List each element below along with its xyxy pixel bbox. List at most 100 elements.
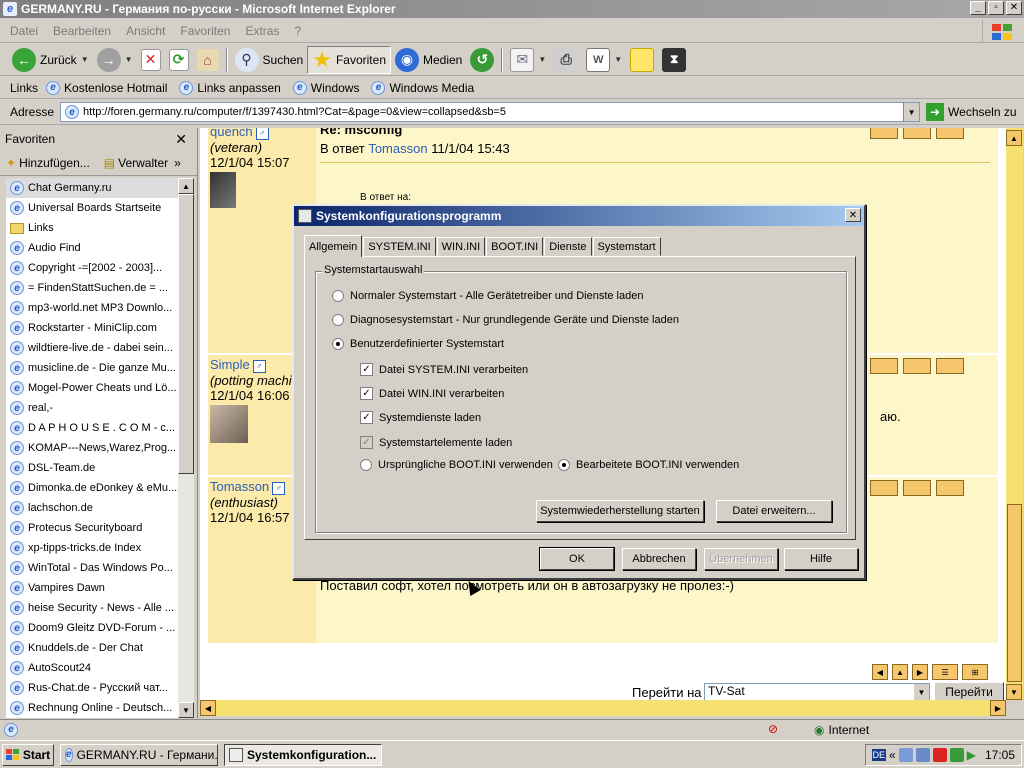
favorite-item[interactable]: e Audio Find — [6, 238, 178, 258]
scroll-left-icon[interactable]: ◀ — [200, 700, 216, 716]
checkbox[interactable]: ✓ — [360, 363, 373, 376]
start-button[interactable]: Start — [2, 743, 54, 766]
radio-normal-startup[interactable]: Normaler Systemstart - Alle Gerätetreibe… — [332, 290, 643, 302]
scroll-down-icon[interactable]: ▼ — [1006, 684, 1022, 700]
favorite-item[interactable]: e AutoScout24 — [6, 658, 178, 678]
expand-file-button[interactable]: Datei erweitern... — [716, 500, 832, 522]
update-icon[interactable] — [949, 748, 964, 762]
favorite-item[interactable]: e Dimonka.de eDonkey & eMu... — [6, 478, 178, 498]
menu-favorites[interactable]: Favoriten — [180, 24, 230, 38]
tab-win-ini[interactable]: WIN.INI — [436, 237, 486, 256]
radio-button[interactable] — [332, 338, 344, 350]
favorite-item[interactable]: e Copyright -=[2002 - 2003]... — [6, 258, 178, 278]
manage-favorites-button[interactable]: ▤ Verwalter» — [104, 156, 181, 170]
favorite-item[interactable]: e Rus-Chat.de - Русский чат... — [6, 678, 178, 698]
favorite-item[interactable]: e Universal Boards Startseite — [6, 198, 178, 218]
tab-system-ini[interactable]: SYSTEM.INI — [363, 237, 436, 256]
favorite-item[interactable]: e mp3-world.net MP3 Downlo... — [6, 298, 178, 318]
scroll-up-icon[interactable]: ▲ — [178, 178, 194, 194]
chevron-down-icon[interactable]: ▼ — [125, 55, 133, 64]
minimize-button[interactable]: _ — [970, 1, 986, 15]
stop-button[interactable]: ✕ — [137, 46, 165, 74]
chevron-down-icon[interactable]: ▼ — [614, 55, 622, 64]
print-post-button[interactable] — [903, 480, 931, 496]
radio-button[interactable] — [332, 314, 344, 326]
scroll-thumb[interactable] — [1007, 504, 1022, 682]
favorite-item[interactable]: e wildtiere-live.de - dabei sein... — [6, 338, 178, 358]
go-button[interactable]: ➜ Wechseln zu — [926, 103, 1017, 121]
note-button[interactable] — [626, 46, 658, 74]
search-button[interactable]: ⚲ Suchen — [231, 46, 308, 74]
antivirus-icon[interactable] — [932, 748, 947, 762]
maximize-button[interactable]: ▫ — [988, 1, 1004, 15]
post-username[interactable]: Tomasson — [210, 479, 269, 494]
ok-button[interactable]: OK — [539, 547, 615, 571]
tab-services[interactable]: Dienste — [544, 237, 592, 256]
language-indicator[interactable]: DE — [871, 749, 887, 761]
radio-original-boot-ini[interactable]: Ursprüngliche BOOT.INI verwenden — [360, 459, 553, 471]
task-msconfig[interactable]: Systemkonfiguration... — [224, 743, 382, 766]
scroll-thumb[interactable] — [178, 194, 194, 474]
favorite-item[interactable]: e Rockstarter - MiniClip.com — [6, 318, 178, 338]
link-hotmail[interactable]: e Kostenlose Hotmail — [46, 80, 167, 95]
chevron-down-icon[interactable]: ▼ — [914, 684, 929, 700]
close-button[interactable]: ✕ — [1006, 1, 1022, 15]
forward-button[interactable]: → ▼ — [93, 46, 137, 74]
close-icon[interactable]: ✕ — [175, 131, 187, 148]
monitor-icon[interactable] — [915, 748, 930, 762]
favorite-folder[interactable]: Links — [6, 218, 178, 238]
menu-tools[interactable]: Extras — [245, 24, 279, 38]
favorite-item[interactable]: e xp-tipps-tricks.de Index — [6, 538, 178, 558]
link-windows[interactable]: e Windows — [292, 80, 359, 95]
next-arrow-icon[interactable]: ▶ — [912, 664, 928, 680]
prev-arrow-icon[interactable]: ◀ — [872, 664, 888, 680]
chevron-down-icon[interactable]: ▼ — [538, 55, 546, 64]
favorite-item[interactable]: e Doom9 Gleitz DVD-Forum - ... — [6, 618, 178, 638]
quote-button[interactable] — [870, 480, 898, 496]
favorite-item[interactable]: e heise Security - News - Alle ... — [6, 598, 178, 618]
content-scrollbar[interactable]: ▲ ▼ — [1006, 128, 1023, 700]
checkbox[interactable]: ✓ — [360, 387, 373, 400]
menu-file[interactable]: Datei — [10, 24, 38, 38]
list-view-icon[interactable]: ☰ — [932, 664, 958, 680]
checkbox[interactable]: ✓ — [360, 436, 373, 449]
favorite-item[interactable]: e KOMAP---News,Warez,Prog... — [6, 438, 178, 458]
favorite-item[interactable]: e Knuddels.de - Der Chat — [6, 638, 178, 658]
edit-post-button[interactable] — [936, 358, 964, 374]
menu-view[interactable]: Ansicht — [126, 24, 165, 38]
back-button[interactable]: ← Zurück ▼ — [8, 46, 93, 74]
add-favorite-button[interactable]: ✦ Hinzufügen... — [6, 156, 90, 170]
checkbox[interactable]: ✓ — [360, 411, 373, 424]
media-button[interactable]: ◉ Medien — [391, 46, 466, 74]
favorites-button[interactable]: ★ Favoriten — [307, 45, 391, 74]
chevron-down-icon[interactable]: ▼ — [903, 103, 920, 121]
favorite-item[interactable]: e WinTotal - Das Windows Po... — [6, 558, 178, 578]
tab-startup[interactable]: Systemstart — [592, 237, 661, 256]
tray-expand-icon[interactable]: « — [889, 748, 896, 762]
print-post-button[interactable] — [903, 128, 931, 139]
radio-button[interactable] — [332, 290, 344, 302]
favorite-item[interactable]: e real,- — [6, 398, 178, 418]
help-button[interactable]: Hilfe — [784, 548, 858, 570]
network-icon[interactable] — [898, 748, 913, 762]
checkbox-services[interactable]: ✓ Systemdienste laden — [360, 411, 481, 424]
history-button[interactable]: ↺ — [466, 46, 498, 74]
edit-button[interactable]: W ▼ — [582, 46, 626, 74]
radio-custom-startup[interactable]: Benutzerdefinierter Systemstart — [332, 338, 504, 350]
more-icon[interactable]: » — [174, 156, 181, 170]
play-icon[interactable]: ▶ — [967, 748, 976, 762]
favorite-item[interactable]: e Vampires Dawn — [6, 578, 178, 598]
chevron-down-icon[interactable]: ▼ — [81, 55, 89, 64]
apply-button[interactable]: Übernehmen — [704, 548, 778, 570]
favorite-item[interactable]: e Chat Germany.ru — [6, 178, 178, 198]
favorite-item[interactable]: e DSL-Team.de — [6, 458, 178, 478]
quote-button[interactable] — [870, 358, 898, 374]
favorite-item[interactable]: e Mogel-Power Cheats und Lö... — [6, 378, 178, 398]
scroll-right-icon[interactable]: ▶ — [990, 700, 1006, 716]
checkbox-win-ini[interactable]: ✓ Datei WIN.INI verarbeiten — [360, 387, 504, 400]
scroll-up-icon[interactable]: ▲ — [1006, 130, 1022, 146]
edit-post-button[interactable] — [936, 128, 964, 139]
messenger-button[interactable]: ⧗ — [658, 46, 690, 74]
link-windows-media[interactable]: e Windows Media — [371, 80, 474, 95]
dialog-titlebar[interactable]: Systemkonfigurationsprogramm ✕ — [294, 206, 864, 226]
